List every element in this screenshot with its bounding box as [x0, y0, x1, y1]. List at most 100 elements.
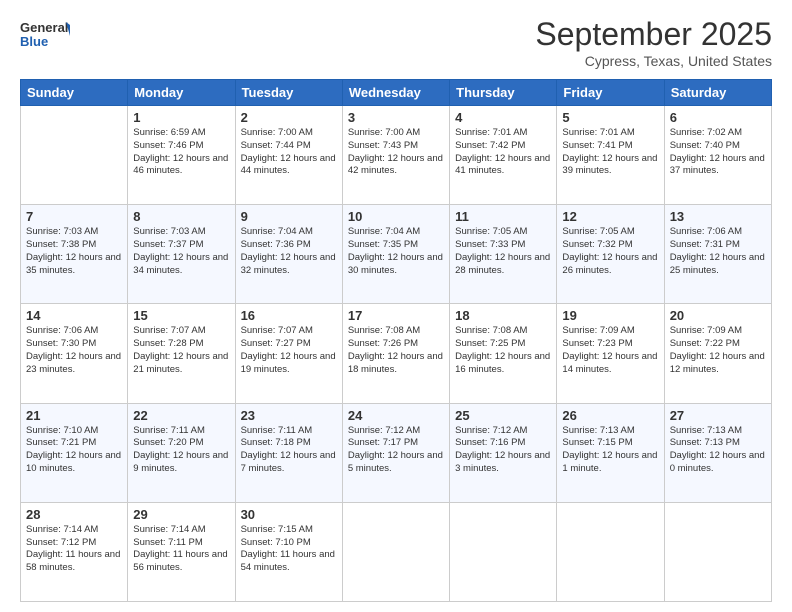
- day-number: 5: [562, 110, 658, 125]
- daylight-text: Daylight: 12 hours and 23 minutes.: [26, 351, 121, 375]
- sunset-text: Sunset: 7:28 PM: [133, 338, 203, 349]
- calendar-cell: 18 Sunrise: 7:08 AM Sunset: 7:25 PM Dayl…: [450, 304, 557, 403]
- day-info: Sunrise: 7:03 AM Sunset: 7:37 PM Dayligh…: [133, 226, 229, 277]
- daylight-text: Daylight: 12 hours and 30 minutes.: [348, 252, 443, 276]
- sunset-text: Sunset: 7:42 PM: [455, 140, 525, 151]
- day-info: Sunrise: 7:04 AM Sunset: 7:36 PM Dayligh…: [241, 226, 337, 277]
- calendar-cell: 17 Sunrise: 7:08 AM Sunset: 7:26 PM Dayl…: [342, 304, 449, 403]
- sunset-text: Sunset: 7:25 PM: [455, 338, 525, 349]
- daylight-text: Daylight: 12 hours and 16 minutes.: [455, 351, 550, 375]
- sunrise-text: Sunrise: 7:11 AM: [241, 425, 313, 436]
- sunset-text: Sunset: 7:20 PM: [133, 437, 203, 448]
- daylight-text: Daylight: 12 hours and 18 minutes.: [348, 351, 443, 375]
- calendar-cell: 14 Sunrise: 7:06 AM Sunset: 7:30 PM Dayl…: [21, 304, 128, 403]
- day-info: Sunrise: 7:08 AM Sunset: 7:26 PM Dayligh…: [348, 325, 444, 376]
- header-sunday: Sunday: [21, 80, 128, 106]
- sunrise-text: Sunrise: 7:04 AM: [348, 226, 420, 237]
- sunset-text: Sunset: 7:18 PM: [241, 437, 311, 448]
- day-number: 28: [26, 507, 122, 522]
- sunrise-text: Sunrise: 7:02 AM: [670, 127, 742, 138]
- daylight-text: Daylight: 12 hours and 5 minutes.: [348, 450, 443, 474]
- header-monday: Monday: [128, 80, 235, 106]
- daylight-text: Daylight: 12 hours and 35 minutes.: [26, 252, 121, 276]
- sunset-text: Sunset: 7:43 PM: [348, 140, 418, 151]
- sunset-text: Sunset: 7:46 PM: [133, 140, 203, 151]
- daylight-text: Daylight: 11 hours and 56 minutes.: [133, 549, 227, 573]
- day-number: 26: [562, 408, 658, 423]
- sunrise-text: Sunrise: 7:13 AM: [562, 425, 634, 436]
- sunset-text: Sunset: 7:32 PM: [562, 239, 632, 250]
- calendar-cell: [557, 502, 664, 601]
- sunset-text: Sunset: 7:21 PM: [26, 437, 96, 448]
- calendar-cell: 29 Sunrise: 7:14 AM Sunset: 7:11 PM Dayl…: [128, 502, 235, 601]
- sunrise-text: Sunrise: 7:13 AM: [670, 425, 742, 436]
- sunrise-text: Sunrise: 7:07 AM: [133, 325, 205, 336]
- svg-text:General: General: [20, 20, 68, 35]
- calendar-cell: 8 Sunrise: 7:03 AM Sunset: 7:37 PM Dayli…: [128, 205, 235, 304]
- day-info: Sunrise: 7:00 AM Sunset: 7:43 PM Dayligh…: [348, 127, 444, 178]
- sunrise-text: Sunrise: 6:59 AM: [133, 127, 205, 138]
- sunset-text: Sunset: 7:35 PM: [348, 239, 418, 250]
- day-info: Sunrise: 7:14 AM Sunset: 7:11 PM Dayligh…: [133, 524, 229, 575]
- week-row-4: 21 Sunrise: 7:10 AM Sunset: 7:21 PM Dayl…: [21, 403, 772, 502]
- day-info: Sunrise: 7:12 AM Sunset: 7:16 PM Dayligh…: [455, 425, 551, 476]
- day-number: 20: [670, 308, 766, 323]
- calendar-cell: 10 Sunrise: 7:04 AM Sunset: 7:35 PM Dayl…: [342, 205, 449, 304]
- calendar-cell: 22 Sunrise: 7:11 AM Sunset: 7:20 PM Dayl…: [128, 403, 235, 502]
- sunset-text: Sunset: 7:41 PM: [562, 140, 632, 151]
- daylight-text: Daylight: 12 hours and 34 minutes.: [133, 252, 228, 276]
- sunset-text: Sunset: 7:26 PM: [348, 338, 418, 349]
- calendar-cell: 11 Sunrise: 7:05 AM Sunset: 7:33 PM Dayl…: [450, 205, 557, 304]
- header-tuesday: Tuesday: [235, 80, 342, 106]
- daylight-text: Daylight: 12 hours and 42 minutes.: [348, 153, 443, 177]
- calendar-cell: 21 Sunrise: 7:10 AM Sunset: 7:21 PM Dayl…: [21, 403, 128, 502]
- header-thursday: Thursday: [450, 80, 557, 106]
- day-number: 8: [133, 209, 229, 224]
- day-info: Sunrise: 7:02 AM Sunset: 7:40 PM Dayligh…: [670, 127, 766, 178]
- header-friday: Friday: [557, 80, 664, 106]
- day-number: 29: [133, 507, 229, 522]
- sunrise-text: Sunrise: 7:14 AM: [133, 524, 205, 535]
- daylight-text: Daylight: 12 hours and 12 minutes.: [670, 351, 765, 375]
- calendar-cell: 1 Sunrise: 6:59 AM Sunset: 7:46 PM Dayli…: [128, 106, 235, 205]
- day-info: Sunrise: 7:09 AM Sunset: 7:22 PM Dayligh…: [670, 325, 766, 376]
- daylight-text: Daylight: 12 hours and 14 minutes.: [562, 351, 657, 375]
- sunset-text: Sunset: 7:36 PM: [241, 239, 311, 250]
- sunrise-text: Sunrise: 7:03 AM: [133, 226, 205, 237]
- daylight-text: Daylight: 12 hours and 26 minutes.: [562, 252, 657, 276]
- sunset-text: Sunset: 7:22 PM: [670, 338, 740, 349]
- logo: General Blue: [20, 16, 70, 58]
- day-info: Sunrise: 7:11 AM Sunset: 7:18 PM Dayligh…: [241, 425, 337, 476]
- sunrise-text: Sunrise: 7:14 AM: [26, 524, 98, 535]
- subtitle: Cypress, Texas, United States: [535, 53, 772, 69]
- day-number: 30: [241, 507, 337, 522]
- day-number: 19: [562, 308, 658, 323]
- daylight-text: Daylight: 11 hours and 54 minutes.: [241, 549, 335, 573]
- sunset-text: Sunset: 7:12 PM: [26, 537, 96, 548]
- calendar-cell: 6 Sunrise: 7:02 AM Sunset: 7:40 PM Dayli…: [664, 106, 771, 205]
- day-number: 1: [133, 110, 229, 125]
- day-info: Sunrise: 7:01 AM Sunset: 7:42 PM Dayligh…: [455, 127, 551, 178]
- calendar-cell: 12 Sunrise: 7:05 AM Sunset: 7:32 PM Dayl…: [557, 205, 664, 304]
- day-number: 2: [241, 110, 337, 125]
- calendar-cell: 2 Sunrise: 7:00 AM Sunset: 7:44 PM Dayli…: [235, 106, 342, 205]
- day-number: 14: [26, 308, 122, 323]
- sunrise-text: Sunrise: 7:00 AM: [241, 127, 313, 138]
- sunrise-text: Sunrise: 7:09 AM: [562, 325, 634, 336]
- calendar-cell: 16 Sunrise: 7:07 AM Sunset: 7:27 PM Dayl…: [235, 304, 342, 403]
- title-block: September 2025 Cypress, Texas, United St…: [535, 16, 772, 69]
- day-number: 24: [348, 408, 444, 423]
- calendar-cell: 4 Sunrise: 7:01 AM Sunset: 7:42 PM Dayli…: [450, 106, 557, 205]
- day-info: Sunrise: 7:10 AM Sunset: 7:21 PM Dayligh…: [26, 425, 122, 476]
- day-number: 18: [455, 308, 551, 323]
- daylight-text: Daylight: 12 hours and 0 minutes.: [670, 450, 765, 474]
- sunset-text: Sunset: 7:38 PM: [26, 239, 96, 250]
- calendar-cell: 20 Sunrise: 7:09 AM Sunset: 7:22 PM Dayl…: [664, 304, 771, 403]
- sunrise-text: Sunrise: 7:11 AM: [133, 425, 205, 436]
- day-number: 23: [241, 408, 337, 423]
- day-info: Sunrise: 6:59 AM Sunset: 7:46 PM Dayligh…: [133, 127, 229, 178]
- day-info: Sunrise: 7:03 AM Sunset: 7:38 PM Dayligh…: [26, 226, 122, 277]
- day-number: 3: [348, 110, 444, 125]
- sunrise-text: Sunrise: 7:07 AM: [241, 325, 313, 336]
- daylight-text: Daylight: 12 hours and 19 minutes.: [241, 351, 336, 375]
